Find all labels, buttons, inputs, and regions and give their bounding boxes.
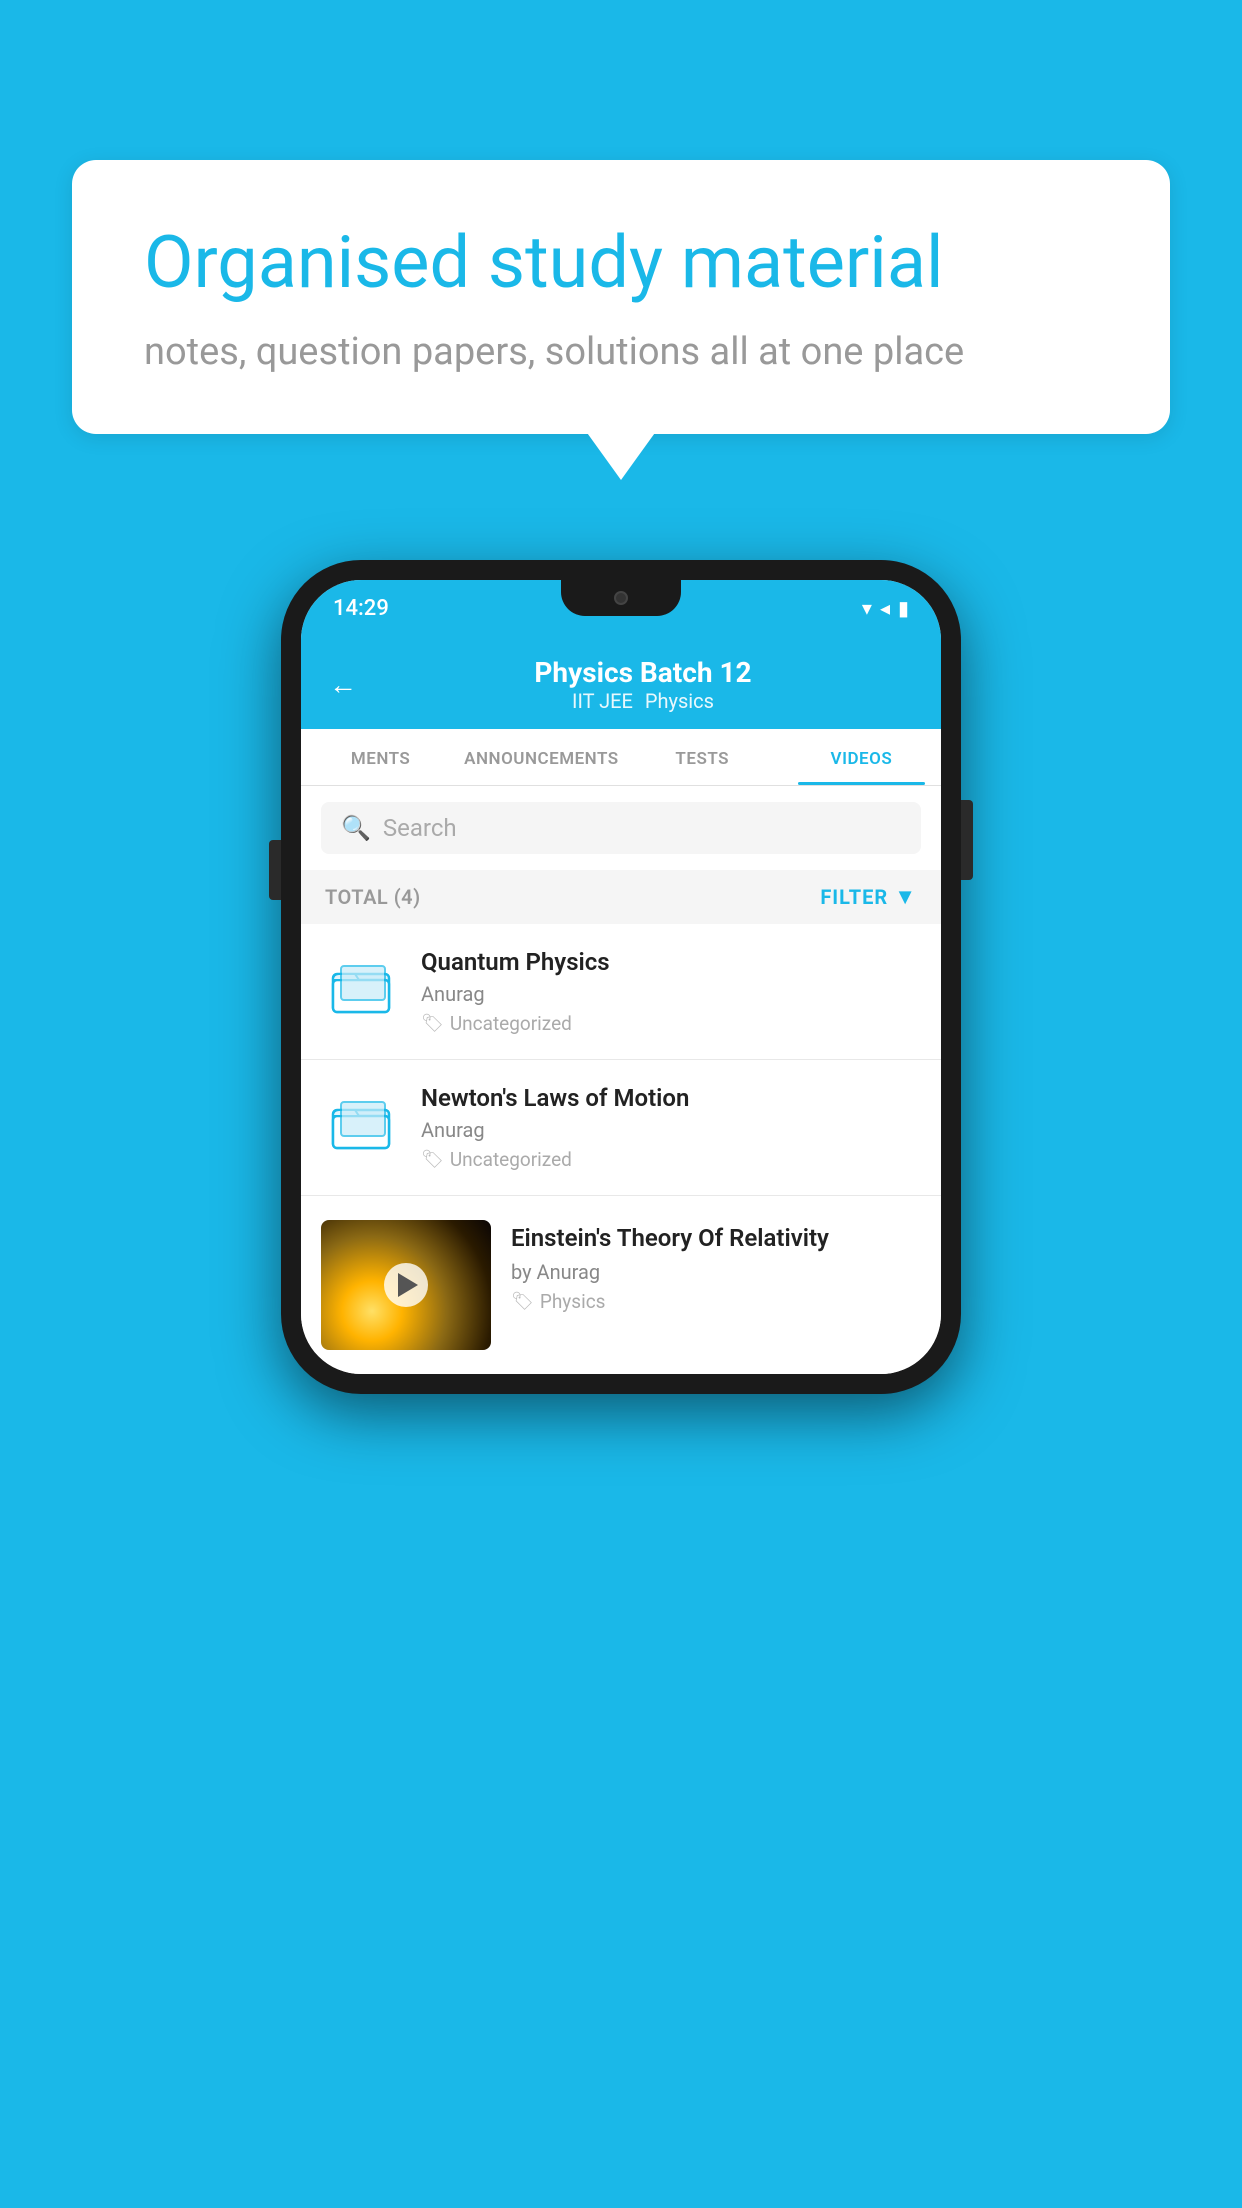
status-icons: ▾ ◂ ▮ — [862, 596, 909, 620]
batch-title: Physics Batch 12 — [373, 656, 913, 689]
item-author: Anurag — [421, 982, 921, 1006]
front-camera — [614, 591, 628, 605]
item-info: Quantum Physics Anurag 🏷 Uncategorized — [421, 948, 921, 1035]
item-title: Quantum Physics — [421, 948, 921, 976]
tab-videos[interactable]: VIDEOS — [782, 729, 941, 785]
item-info: Einstein's Theory Of Relativity by Anura… — [511, 1220, 921, 1313]
bubble-title: Organised study material — [144, 220, 1098, 306]
video-thumbnail — [321, 1220, 491, 1350]
subtitle-iitjee: IIT JEE — [572, 689, 633, 713]
item-tag: 🏷 Uncategorized — [421, 1012, 921, 1035]
item-tag: 🏷 Uncategorized — [421, 1148, 921, 1171]
search-placeholder: Search — [383, 814, 457, 842]
battery-icon: ▮ — [898, 596, 909, 620]
tag-icon: 🏷 — [511, 1291, 534, 1312]
search-container: 🔍 Search — [301, 786, 941, 870]
item-tag: 🏷 Physics — [511, 1290, 921, 1313]
tab-ments[interactable]: MENTS — [301, 729, 460, 785]
notch — [561, 580, 681, 616]
filter-icon: ▼ — [894, 884, 917, 910]
back-button[interactable]: ← — [329, 668, 357, 701]
item-author: by Anurag — [511, 1260, 921, 1284]
item-author: Anurag — [421, 1118, 921, 1142]
folder-icon — [329, 1092, 393, 1156]
tag-icon: 🏷 — [421, 1149, 444, 1170]
tab-announcements[interactable]: ANNOUNCEMENTS — [460, 729, 622, 785]
header-title-group: Physics Batch 12 IIT JEE Physics — [373, 656, 913, 713]
phone-wrapper: 14:29 ▾ ◂ ▮ ← Physics Batch 12 IIT JEE P… — [281, 560, 961, 1394]
status-bar: 14:29 ▾ ◂ ▮ — [301, 580, 941, 636]
signal-icon: ◂ — [880, 596, 890, 620]
speech-bubble-container: Organised study material notes, question… — [72, 160, 1170, 434]
filter-label: FILTER — [820, 885, 888, 909]
search-box[interactable]: 🔍 Search — [321, 802, 921, 854]
folder-icon — [329, 956, 393, 1020]
play-icon — [398, 1273, 418, 1297]
video-list: Quantum Physics Anurag 🏷 Uncategorized — [301, 924, 941, 1374]
item-thumbnail — [321, 948, 401, 1028]
subtitle-physics: Physics — [645, 689, 714, 713]
item-info: Newton's Laws of Motion Anurag 🏷 Uncateg… — [421, 1084, 921, 1171]
list-item[interactable]: Einstein's Theory Of Relativity by Anura… — [301, 1196, 941, 1374]
header-subtitle: IIT JEE Physics — [373, 689, 913, 713]
search-icon: 🔍 — [341, 814, 371, 842]
total-count: TOTAL (4) — [325, 885, 421, 909]
phone-screen: 14:29 ▾ ◂ ▮ ← Physics Batch 12 IIT JEE P… — [301, 580, 941, 1374]
tag-label: Physics — [540, 1290, 606, 1313]
bubble-subtitle: notes, question papers, solutions all at… — [144, 330, 1098, 374]
list-item[interactable]: Newton's Laws of Motion Anurag 🏷 Uncateg… — [301, 1060, 941, 1196]
app-header: ← Physics Batch 12 IIT JEE Physics — [301, 636, 941, 729]
filter-button[interactable]: FILTER ▼ — [820, 884, 917, 910]
list-item[interactable]: Quantum Physics Anurag 🏷 Uncategorized — [301, 924, 941, 1060]
play-button[interactable] — [384, 1263, 428, 1307]
tag-label: Uncategorized — [450, 1012, 572, 1035]
phone-outer: 14:29 ▾ ◂ ▮ ← Physics Batch 12 IIT JEE P… — [281, 560, 961, 1394]
status-time: 14:29 — [333, 596, 389, 621]
item-thumbnail — [321, 1084, 401, 1164]
item-title: Newton's Laws of Motion — [421, 1084, 921, 1112]
wifi-icon: ▾ — [862, 596, 872, 620]
speech-bubble: Organised study material notes, question… — [72, 160, 1170, 434]
tag-icon: 🏷 — [421, 1013, 444, 1034]
item-title: Einstein's Theory Of Relativity — [511, 1224, 921, 1252]
tab-tests[interactable]: TESTS — [623, 729, 782, 785]
thumbnail-image — [321, 1220, 491, 1350]
tabs-bar: MENTS ANNOUNCEMENTS TESTS VIDEOS — [301, 729, 941, 786]
filter-bar: TOTAL (4) FILTER ▼ — [301, 870, 941, 924]
tag-label: Uncategorized — [450, 1148, 572, 1171]
